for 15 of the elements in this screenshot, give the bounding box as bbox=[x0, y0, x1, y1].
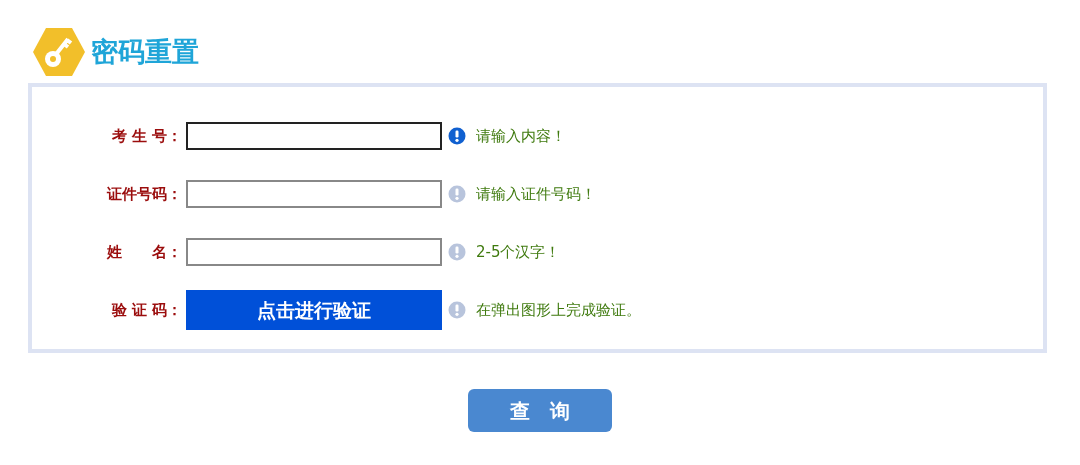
verify-button[interactable]: 点击进行验证 bbox=[186, 290, 442, 330]
field-label: 验 证 码： bbox=[110, 299, 182, 321]
query-button[interactable]: 查 询 bbox=[468, 389, 612, 432]
field-label: 证件号码： bbox=[105, 183, 182, 205]
input-field[interactable] bbox=[186, 122, 442, 150]
input-field[interactable] bbox=[186, 238, 442, 266]
hint-text: 请输入内容！ bbox=[476, 125, 566, 147]
key-icon bbox=[33, 27, 85, 77]
field-label: 考 生 号： bbox=[110, 125, 182, 147]
field-label: 姓 名： bbox=[106, 241, 182, 263]
hint-text: 在弹出图形上完成验证。 bbox=[476, 299, 641, 321]
hint-text: 请输入证件号码！ bbox=[476, 183, 596, 205]
page-title: 密码重置 bbox=[91, 34, 199, 69]
input-field[interactable] bbox=[186, 180, 442, 208]
hint-text: 2-5个汉字！ bbox=[476, 241, 561, 263]
